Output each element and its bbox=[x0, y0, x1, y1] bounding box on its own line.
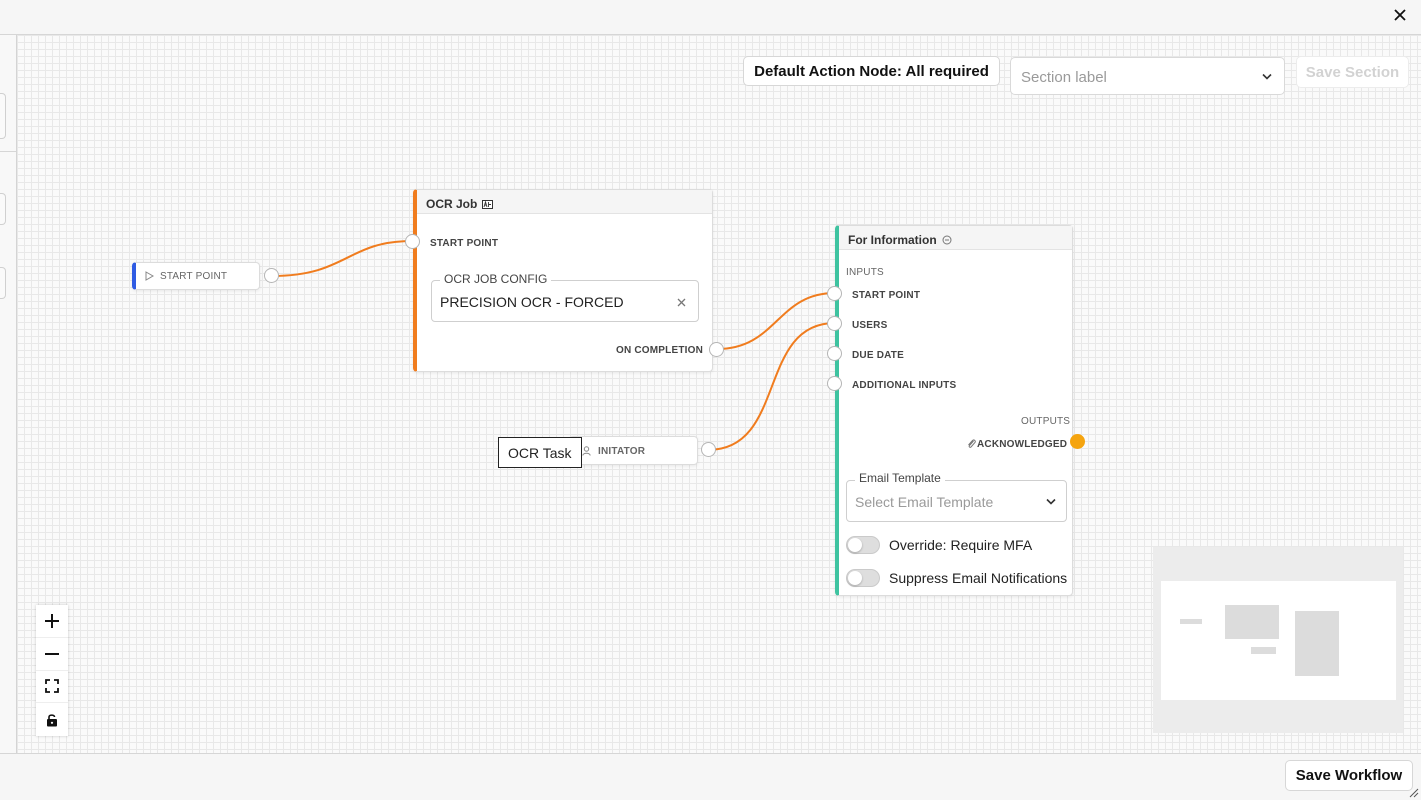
ocr-input-handle[interactable] bbox=[405, 234, 420, 249]
info-input-start-point: START POINT bbox=[852, 290, 921, 301]
workflow-canvas[interactable]: Default Action Node: All required Sectio… bbox=[17, 35, 1421, 753]
paperclip-icon bbox=[968, 439, 976, 448]
sidebar-divider bbox=[0, 151, 16, 152]
section-label-select[interactable]: Section label bbox=[1010, 57, 1285, 95]
default-node-label: Default Action Node: All required bbox=[754, 62, 989, 80]
dialog-header bbox=[0, 0, 1421, 35]
fit-view-icon bbox=[45, 679, 59, 694]
save-workflow-button[interactable]: Save Workflow bbox=[1285, 760, 1413, 791]
lock-icon bbox=[47, 713, 57, 727]
email-template-legend: Email Template bbox=[855, 471, 945, 485]
info-input-users: USERS bbox=[852, 320, 888, 331]
for-information-node[interactable]: For Information INPUTS START POINT USERS… bbox=[835, 225, 1073, 596]
minimap-initiator-node bbox=[1251, 647, 1276, 654]
for-information-title: For Information bbox=[848, 233, 937, 247]
initiator-output-handle[interactable] bbox=[701, 442, 716, 457]
email-template-select[interactable]: Select Email Template bbox=[846, 480, 1067, 522]
minimap-start-node bbox=[1180, 619, 1202, 624]
inputs-heading: INPUTS bbox=[846, 267, 884, 278]
suppress-email-label: Suppress Email Notifications bbox=[889, 570, 1068, 586]
ocr-task-tooltip: OCR Task bbox=[498, 437, 582, 468]
outputs-heading: OUTPUTS bbox=[1021, 416, 1071, 427]
info-additional-handle[interactable] bbox=[827, 376, 842, 391]
ocr-input-start-label: START POINT bbox=[430, 238, 499, 249]
for-information-header: For Information bbox=[839, 226, 1072, 250]
info-due-date-handle[interactable] bbox=[827, 346, 842, 361]
minimap-ocr-node bbox=[1225, 605, 1279, 639]
chevron-down-icon bbox=[1046, 498, 1056, 505]
zoom-out-button[interactable] bbox=[36, 638, 68, 671]
ocr-job-config-field[interactable]: PRECISION OCR - FORCED bbox=[431, 280, 699, 322]
zoom-in-button[interactable] bbox=[36, 605, 68, 638]
initiator-label: INITATOR bbox=[598, 446, 646, 457]
edge-initiator-to-info-users bbox=[707, 322, 836, 451]
sidebar-item[interactable] bbox=[0, 267, 6, 299]
default-node-button[interactable]: Default Action Node: All required bbox=[743, 56, 1000, 86]
save-section-label: Save Section bbox=[1305, 63, 1400, 81]
ocr-job-config-value: PRECISION OCR - FORCED bbox=[440, 294, 624, 310]
start-point-node[interactable]: START POINT bbox=[132, 262, 260, 290]
left-sidebar bbox=[0, 35, 17, 753]
sidebar-item[interactable] bbox=[0, 193, 6, 225]
info-input-due-date: DUE DATE bbox=[852, 350, 904, 361]
clear-icon[interactable] bbox=[677, 298, 686, 307]
edge-ocr-to-info-start bbox=[716, 292, 836, 350]
info-users-handle[interactable] bbox=[827, 316, 842, 331]
plus-icon bbox=[45, 613, 59, 628]
info-input-additional: ADDITIONAL INPUTS bbox=[852, 380, 957, 391]
suppress-email-toggle[interactable] bbox=[846, 569, 880, 587]
start-point-label: START POINT bbox=[160, 271, 228, 282]
email-template-placeholder: Select Email Template bbox=[855, 494, 994, 510]
require-mfa-toggle[interactable] bbox=[846, 536, 880, 554]
play-icon bbox=[145, 271, 154, 281]
info-circle-icon bbox=[942, 235, 952, 245]
start-output-handle[interactable] bbox=[264, 268, 279, 283]
minimap-info-node bbox=[1295, 611, 1339, 676]
save-section-button[interactable]: Save Section bbox=[1296, 56, 1409, 88]
ocr-job-title: OCR Job bbox=[426, 197, 478, 211]
resize-grip-icon[interactable] bbox=[1409, 788, 1419, 798]
chevron-down-icon bbox=[1262, 73, 1272, 80]
zoom-controls bbox=[36, 605, 68, 736]
close-icon[interactable] bbox=[1393, 8, 1407, 22]
ocr-output-completion-label: ON COMPLETION bbox=[616, 345, 704, 356]
fit-view-button[interactable] bbox=[36, 671, 68, 704]
require-mfa-label: Override: Require MFA bbox=[889, 537, 1033, 553]
ocr-output-handle[interactable] bbox=[709, 342, 724, 357]
ocr-task-tooltip-text: OCR Task bbox=[508, 445, 572, 461]
minus-icon bbox=[45, 652, 59, 655]
minimap-viewport bbox=[1161, 581, 1396, 700]
info-acknowledged-handle[interactable] bbox=[1070, 434, 1085, 449]
user-icon bbox=[582, 446, 591, 456]
lock-button[interactable] bbox=[36, 703, 68, 736]
save-workflow-label: Save Workflow bbox=[1295, 767, 1403, 784]
section-label-placeholder: Section label bbox=[1021, 69, 1107, 86]
ocr-job-node[interactable]: OCR Job START POINT PRECISION OCR - FORC… bbox=[413, 189, 713, 372]
ocr-job-header: OCR Job bbox=[417, 190, 712, 214]
sidebar-panel-tab[interactable] bbox=[0, 93, 6, 139]
minimap[interactable] bbox=[1153, 547, 1403, 733]
edge-start-to-ocr bbox=[271, 240, 413, 277]
dialog-footer bbox=[0, 753, 1421, 800]
output-acknowledged-label: ACKNOWLEDGED bbox=[977, 439, 1068, 450]
ocr-job-config-legend: OCR JOB CONFIG bbox=[440, 272, 552, 286]
ocr-icon bbox=[482, 199, 494, 209]
info-start-handle[interactable] bbox=[827, 286, 842, 301]
initiator-node[interactable]: INITATOR bbox=[569, 436, 698, 465]
